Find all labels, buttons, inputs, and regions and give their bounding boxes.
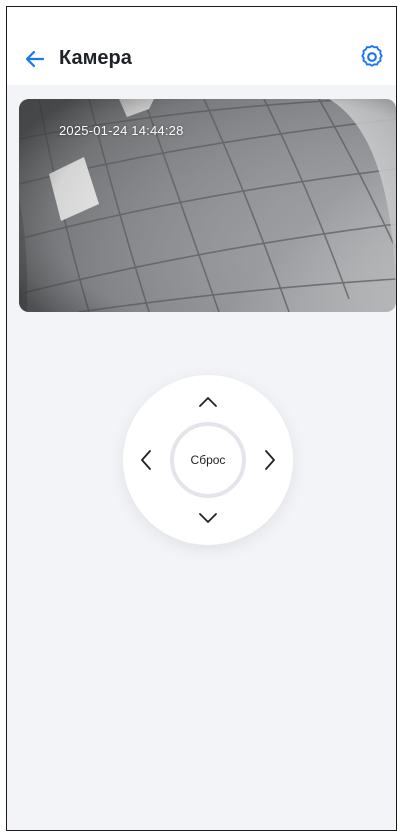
- page-title: Камера: [59, 47, 132, 69]
- chevron-left-icon: [141, 450, 151, 470]
- settings-button[interactable]: [358, 43, 386, 71]
- camera-view[interactable]: 2025-01-24 14:44:28: [19, 99, 396, 312]
- pan-left-button[interactable]: [131, 445, 161, 475]
- chevron-down-icon: [199, 513, 217, 523]
- reset-button[interactable]: Сброс: [170, 422, 246, 498]
- app-header: Камера: [7, 7, 396, 85]
- app-screen: Камера 2025-01-24 14:44:28 Сброс: [6, 6, 397, 831]
- ptz-control-pad: Сброс: [123, 375, 293, 545]
- camera-timestamp: 2025-01-24 14:44:28: [59, 123, 184, 138]
- pan-down-button[interactable]: [193, 503, 223, 533]
- gear-icon: [361, 44, 383, 67]
- chevron-up-icon: [199, 397, 217, 407]
- pan-right-button[interactable]: [255, 445, 285, 475]
- reset-label: Сброс: [190, 453, 226, 467]
- arrow-left-icon: [25, 50, 45, 68]
- chevron-right-icon: [265, 450, 275, 470]
- pan-up-button[interactable]: [193, 387, 223, 417]
- back-button[interactable]: [23, 47, 47, 71]
